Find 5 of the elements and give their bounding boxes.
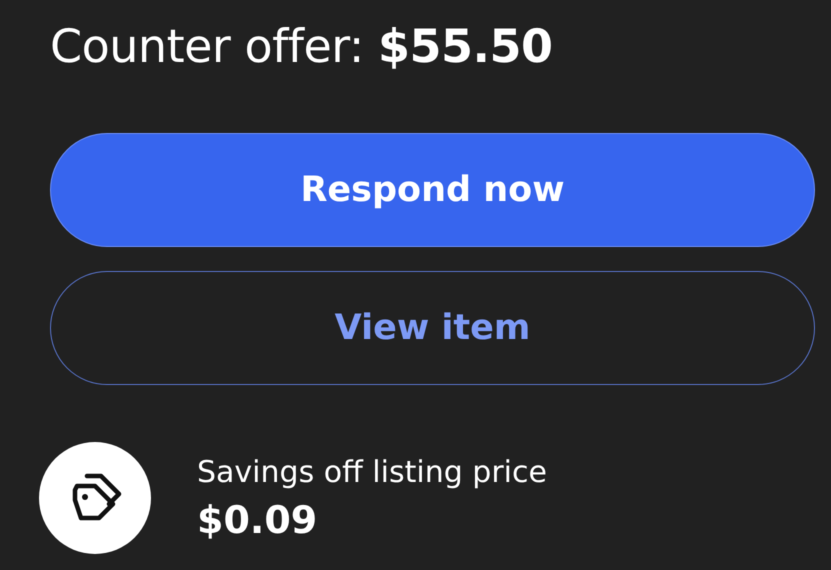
respond-button[interactable]: Respond now: [50, 133, 815, 247]
savings-value: $0.09: [197, 498, 318, 542]
savings-label: Savings off listing price: [197, 454, 547, 490]
view-item-button[interactable]: View item: [50, 271, 815, 385]
counter-offer-heading: Counter offer: $55.50: [50, 18, 554, 75]
